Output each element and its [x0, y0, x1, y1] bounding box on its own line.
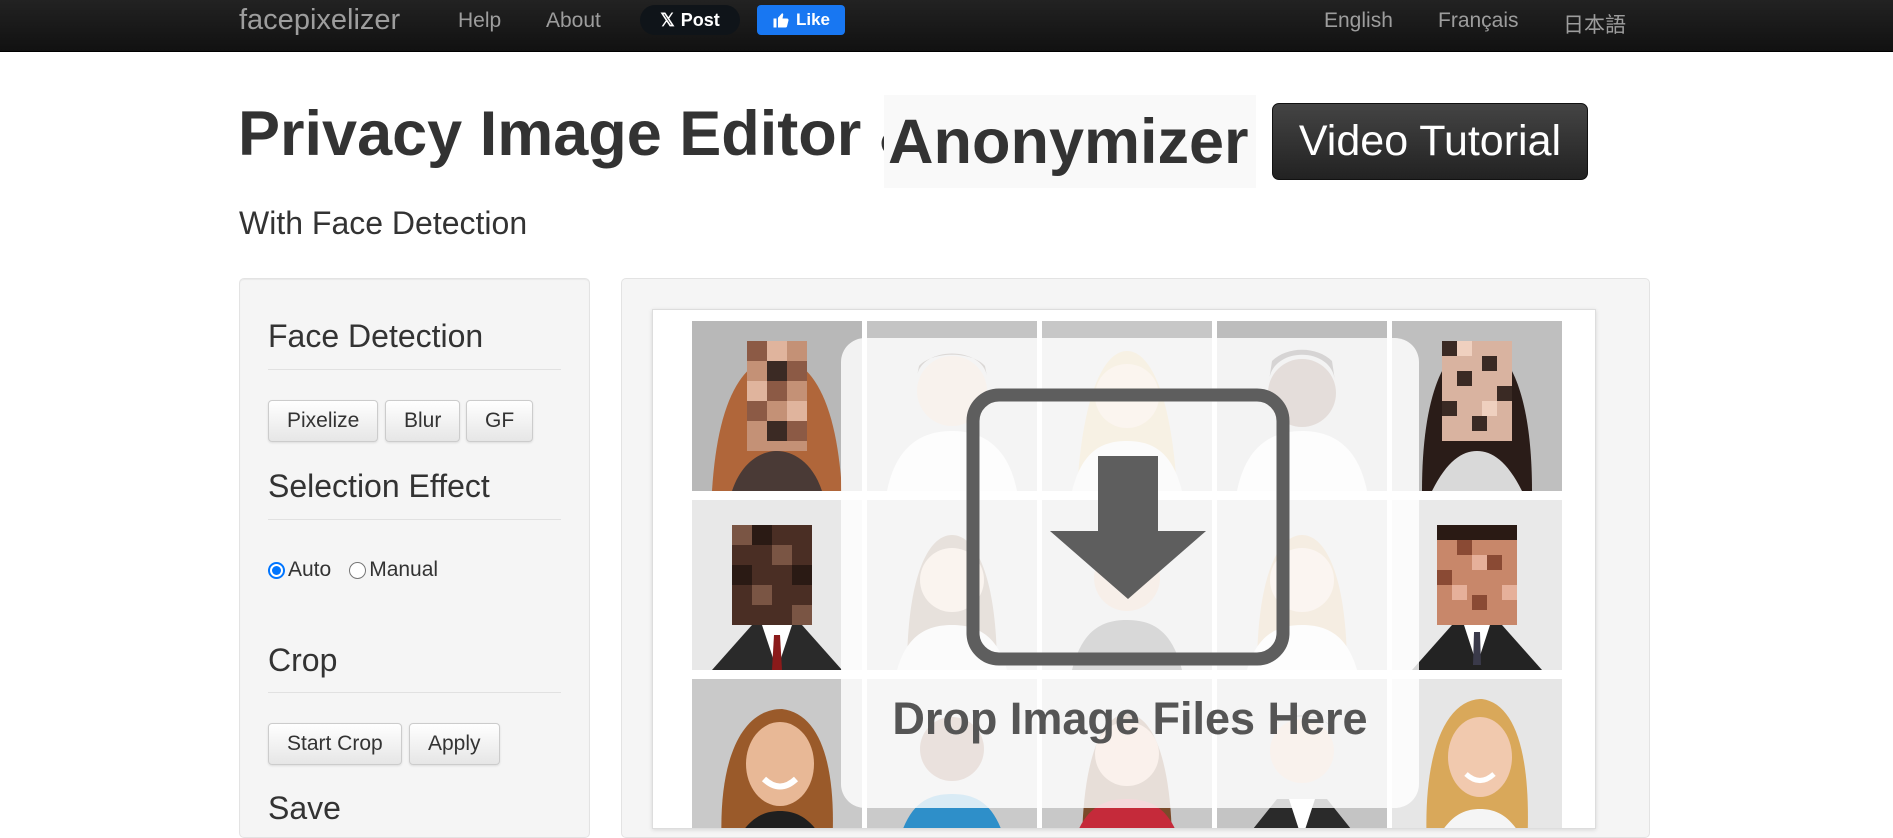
- top-navbar: facepixelizer Help About 𝕏 Post Like Eng…: [0, 0, 1893, 52]
- face-detection-heading: Face Detection: [268, 318, 484, 354]
- thumbs-up-icon: [773, 13, 789, 28]
- drop-files-label: Drop Image Files Here: [892, 693, 1368, 744]
- blur-button[interactable]: Blur: [385, 400, 461, 442]
- facebook-like-button[interactable]: Like: [757, 5, 845, 35]
- download-arrow-icon: [966, 388, 1290, 666]
- x-post-button[interactable]: 𝕏 Post: [640, 5, 740, 35]
- nav-about-link[interactable]: About: [546, 9, 601, 33]
- section-divider: [268, 519, 561, 520]
- section-divider: [268, 369, 561, 370]
- image-drop-zone[interactable]: Drop Image Files Here: [652, 309, 1596, 829]
- sample-photo-pixelized: [692, 321, 862, 491]
- selection-effect-options: Auto Manual: [268, 558, 438, 582]
- manual-radio-label[interactable]: Manual: [369, 558, 438, 582]
- x-post-label: Post: [680, 9, 720, 30]
- page-title-highlight: Anonymizer: [884, 95, 1256, 188]
- lang-japanese-link[interactable]: 日本語: [1563, 9, 1626, 39]
- lang-english-link[interactable]: English: [1324, 9, 1393, 33]
- save-heading: Save: [268, 790, 341, 826]
- video-tutorial-button[interactable]: Video Tutorial: [1272, 103, 1588, 180]
- facebook-like-label: Like: [795, 10, 831, 29]
- start-crop-button[interactable]: Start Crop: [268, 723, 402, 765]
- pixelize-button[interactable]: Pixelize: [268, 400, 379, 442]
- section-divider: [268, 692, 561, 693]
- auto-radio[interactable]: [268, 561, 285, 579]
- gf-button[interactable]: GF: [466, 400, 534, 442]
- nav-help-link[interactable]: Help: [458, 9, 501, 33]
- page-title: Privacy Image Editor &: [238, 99, 925, 169]
- lang-french-link[interactable]: Français: [1438, 9, 1519, 33]
- page-subtitle: With Face Detection: [239, 205, 528, 241]
- drop-overlay: Drop Image Files Here: [841, 338, 1419, 808]
- image-editor-area: Drop Image Files Here: [621, 278, 1650, 838]
- apply-crop-button[interactable]: Apply: [409, 723, 500, 765]
- auto-radio-label[interactable]: Auto: [288, 558, 331, 582]
- brand-logo[interactable]: facepixelizer: [239, 4, 400, 37]
- selection-effect-heading: Selection Effect: [268, 468, 490, 504]
- manual-radio[interactable]: [349, 561, 367, 579]
- x-logo-icon: 𝕏: [660, 9, 675, 30]
- controls-panel: Face Detection Pixelize Blur GF Selectio…: [239, 278, 590, 838]
- sample-photo: [692, 679, 862, 828]
- sample-photo-pixelized: [692, 500, 862, 670]
- crop-heading: Crop: [268, 642, 338, 678]
